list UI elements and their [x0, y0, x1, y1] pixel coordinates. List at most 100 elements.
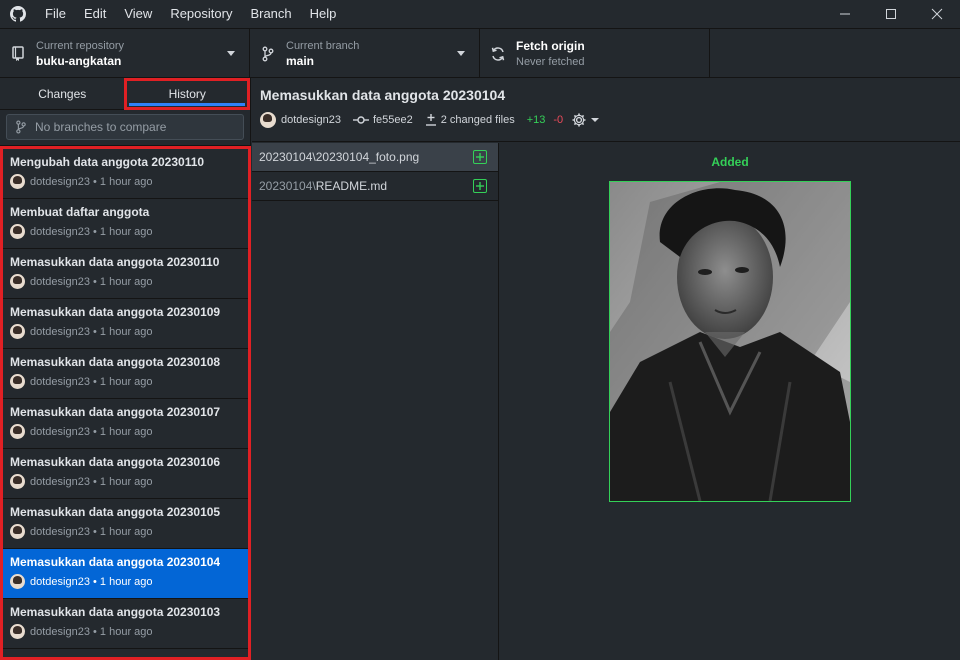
commit-list-item[interactable]: Memasukkan data anggota 20230103 dotdesig…: [3, 599, 248, 649]
separator-dot: •: [89, 275, 100, 288]
chevron-down-icon: [457, 51, 465, 56]
commit-item-author: dotdesign23: [30, 625, 90, 638]
image-preview: [609, 181, 851, 502]
commit-author: dotdesign23: [281, 114, 341, 126]
chevron-down-icon: [591, 118, 600, 122]
compare-placeholder: No branches to compare: [35, 120, 167, 134]
changed-files-list: 20230104\ 20230104_foto.png 20230104\ READ…: [252, 143, 499, 660]
sidebar-tabs: Changes History: [0, 78, 250, 110]
commit-list-item[interactable]: Memasukkan data anggota 20230108 dotdesig…: [3, 349, 248, 399]
branch-compare-input[interactable]: No branches to compare: [6, 114, 244, 140]
commit-item-author: dotdesign23: [30, 525, 90, 538]
commit-item-time: 1 hour ago: [99, 325, 153, 338]
separator-dot: •: [89, 425, 100, 438]
commit-item-author: dotdesign23: [30, 225, 90, 238]
commit-item-title: Membuat daftar anggota: [10, 205, 150, 219]
fetch-label: Fetch origin: [516, 38, 585, 53]
commit-list-item[interactable]: Memasukkan data anggota 20230107 dotdesig…: [3, 399, 248, 449]
title-bar: File Edit View Repository Branch Help: [0, 0, 960, 28]
file-dir: 20230104\: [259, 150, 316, 164]
commit-list-item[interactable]: Memasukkan data anggota 20230109 dotdesig…: [3, 299, 248, 349]
file-dir: 20230104\: [259, 179, 316, 193]
sync-icon: [480, 46, 516, 62]
file-name: 20230104_foto.png: [315, 150, 420, 164]
current-branch-button[interactable]: Current branch main: [250, 29, 480, 78]
avatar: [10, 624, 25, 639]
menu-edit[interactable]: Edit: [75, 0, 115, 28]
commit-list-item[interactable]: Memasukkan data anggota 20230110 dotdesig…: [3, 249, 248, 299]
fetch-status: Never fetched: [516, 55, 585, 68]
avatar: [10, 224, 25, 239]
commit-item-title: Memasukkan data anggota 20230107: [10, 405, 221, 419]
commit-item-time: 1 hour ago: [99, 175, 153, 188]
commit-item-time: 1 hour ago: [99, 225, 153, 238]
commit-item-time: 1 hour ago: [99, 375, 153, 388]
commit-item-title: Memasukkan data anggota 20230110: [10, 255, 220, 269]
separator-dot: •: [89, 575, 100, 588]
tab-history[interactable]: History: [124, 78, 250, 110]
commit-item-author: dotdesign23: [30, 275, 90, 288]
branch-icon: [250, 46, 286, 62]
repo-icon: [0, 45, 36, 62]
sidebar: Changes History No branches to compare M…: [0, 78, 251, 660]
commit-summary: Memasukkan data anggota 20230104 dotdesi…: [252, 78, 960, 142]
diff-settings-button[interactable]: [571, 112, 603, 128]
commit-item-author: dotdesign23: [30, 375, 90, 388]
commit-item-time: 1 hour ago: [99, 525, 153, 538]
main-panel: Memasukkan data anggota 20230104 dotdesi…: [252, 78, 960, 660]
separator-dot: •: [89, 175, 100, 188]
commit-list-item[interactable]: Memasukkan data anggota 20230105 dotdesig…: [3, 499, 248, 549]
commit-list: Mengubah data anggota 20230110 dotdesign2…: [0, 146, 251, 660]
commit-item-title: Mengubah data anggota 20230110: [10, 155, 205, 169]
separator-dot: •: [89, 325, 100, 338]
menu-view[interactable]: View: [115, 0, 161, 28]
minimize-button[interactable]: [822, 0, 868, 28]
diff-icon: [425, 114, 436, 126]
close-icon: [931, 8, 943, 20]
commit-item-time: 1 hour ago: [99, 425, 153, 438]
separator-dot: •: [89, 225, 100, 238]
portrait-photo: [610, 182, 850, 501]
avatar: [10, 274, 25, 289]
diff-status-label: Added: [711, 155, 749, 169]
menu-branch[interactable]: Branch: [241, 0, 300, 28]
commit-list-item[interactable]: Memasukkan data anggota 20230106 dotdesig…: [3, 449, 248, 499]
repository-name: buku-angkatan: [36, 53, 122, 68]
menu-file[interactable]: File: [36, 0, 75, 28]
avatar: [260, 112, 276, 128]
minimize-icon: [840, 13, 850, 15]
file-item[interactable]: 20230104\ 20230104_foto.png: [252, 143, 498, 172]
changed-files-count: 2 changed files: [440, 114, 515, 126]
commit-sha[interactable]: fe55ee2: [373, 114, 413, 126]
avatar: [10, 524, 25, 539]
commit-item-title: Memasukkan data anggota 20230108: [10, 355, 221, 369]
branch-icon: [16, 120, 26, 134]
file-item[interactable]: 20230104\ README.md: [252, 172, 498, 201]
separator-dot: •: [89, 525, 100, 538]
diff-view: Added: [500, 143, 960, 660]
toolbar: Current repository buku-angkatan Current…: [0, 28, 960, 78]
avatar: [10, 324, 25, 339]
avatar: [10, 174, 25, 189]
tab-changes[interactable]: Changes: [0, 78, 124, 110]
current-repository-button[interactable]: Current repository buku-angkatan: [0, 29, 250, 78]
maximize-icon: [886, 9, 896, 19]
additions-count: +13: [526, 114, 546, 126]
commit-list-item[interactable]: Mengubah data anggota 20230110 dotdesign2…: [3, 149, 248, 199]
menu-bar: File Edit View Repository Branch Help: [36, 0, 345, 28]
commit-item-time: 1 hour ago: [99, 475, 153, 488]
fetch-origin-button[interactable]: Fetch origin Never fetched: [480, 29, 710, 78]
github-logo-icon: [0, 0, 36, 28]
menu-help[interactable]: Help: [301, 0, 346, 28]
window-controls: [822, 0, 960, 28]
close-window-button[interactable]: [914, 0, 960, 28]
menu-repository[interactable]: Repository: [161, 0, 241, 28]
maximize-button[interactable]: [868, 0, 914, 28]
added-icon: [473, 150, 487, 164]
commit-list-item[interactable]: Memasukkan data anggota 20230104 dotdesig…: [3, 549, 248, 599]
avatar: [10, 424, 25, 439]
commit-list-item[interactable]: Membuat daftar anggota dotdesign23 • 1 ho…: [3, 199, 248, 249]
separator-dot: •: [89, 375, 100, 388]
commit-item-author: dotdesign23: [30, 475, 90, 488]
commit-item-author: dotdesign23: [30, 175, 90, 188]
